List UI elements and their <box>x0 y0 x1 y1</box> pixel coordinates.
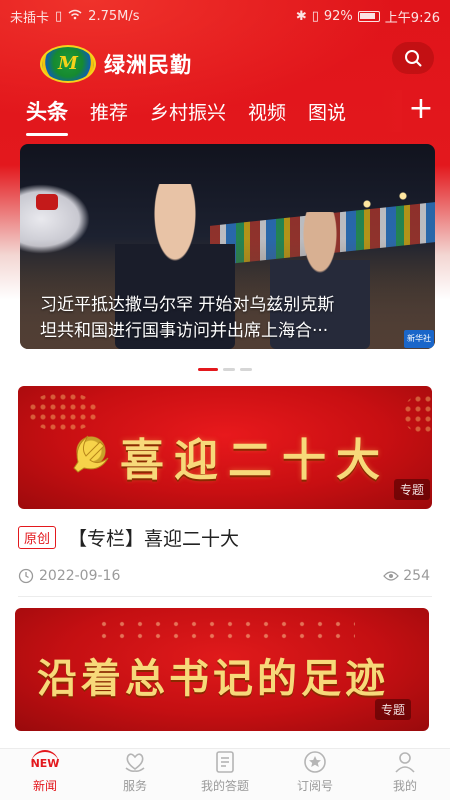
search-icon <box>405 50 422 67</box>
app-name: 绿洲民勤 <box>104 53 192 77</box>
status-bar: 未插卡 ▯ 2.75M/s ✱ ▯ 92% 上午9:26 <box>0 0 450 32</box>
status-right: ✱ ▯ 92% 上午9:26 <box>296 7 440 26</box>
nav-my-quiz[interactable]: 我的答题 <box>180 749 270 800</box>
carrier-label: 未插卡 <box>10 10 50 26</box>
party-emblem-icon <box>66 426 116 476</box>
plus-icon: + <box>408 91 434 126</box>
app-screen: 未插卡 ▯ 2.75M/s ✱ ▯ 92% 上午9:26 绿洲民勤 头条 推荐 … <box>0 0 450 800</box>
nav-services[interactable]: 服务 <box>90 749 180 800</box>
divider <box>18 596 432 597</box>
nav-label: 我的答题 <box>200 779 249 793</box>
view-count: 254 <box>383 568 430 584</box>
article-title[interactable]: 【专栏】喜迎二十大 <box>68 524 239 551</box>
network-speed: 2.75M/s <box>88 8 140 24</box>
hero-caption-line: 坦共和国进行国事访问并出席上海合··· <box>40 321 329 341</box>
nav-label: 服务 <box>122 779 147 793</box>
article-date: 2022-09-16 <box>39 568 121 584</box>
topic-tag: 专题 <box>394 479 431 500</box>
topic-banner[interactable]: 沿着总书记的足迹 专题 <box>15 608 429 731</box>
banner-title: 沿着总书记的足迹 <box>37 655 389 702</box>
xinhua-badge: 新华社 <box>404 330 434 348</box>
topic-tag: 专题 <box>375 699 412 720</box>
clock-time: 上午9:26 <box>384 10 440 26</box>
tab-rural-revitalization[interactable]: 乡村振兴 <box>150 98 226 125</box>
heart-hand-icon <box>122 749 148 775</box>
street-lights <box>340 184 430 224</box>
app-logo: 绿洲民勤 <box>40 44 192 84</box>
airplane-tail <box>36 194 58 210</box>
hero-caption: 习近平抵达撒马尔罕 开始对乌兹别克斯 坦共和国进行国事访问并出席上海合··· <box>40 292 420 344</box>
search-button[interactable] <box>392 42 434 74</box>
bottom-navigation: NEW 新闻 服务 我的答题 订阅号 我的 <box>0 748 450 800</box>
wifi-icon <box>68 9 82 24</box>
tab-recommend[interactable]: 推荐 <box>90 98 128 125</box>
tabs-fade <box>380 90 402 132</box>
nav-label: 我的 <box>392 779 417 793</box>
carousel-dot[interactable] <box>223 368 235 371</box>
logo-emblem-icon <box>40 45 96 83</box>
battery-icon <box>357 10 380 22</box>
eye-icon <box>383 571 400 581</box>
view-count-value: 254 <box>403 568 430 584</box>
hero-carousel-slide[interactable]: 习近平抵达撒马尔罕 开始对乌兹别克斯 坦共和国进行国事访问并出席上海合··· 新… <box>20 144 435 349</box>
fireworks-decoration <box>403 394 432 434</box>
banner-title: 喜迎二十大 <box>120 435 390 486</box>
status-left: 未插卡 ▯ 2.75M/s <box>10 7 140 26</box>
article-title-row[interactable]: 原创 【专栏】喜迎二十大 <box>18 524 239 551</box>
nav-label: 订阅号 <box>296 779 333 793</box>
hero-caption-line: 习近平抵达撒马尔罕 开始对乌兹别克斯 <box>40 295 335 315</box>
star-badge-icon <box>302 749 328 775</box>
original-badge: 原创 <box>18 526 57 549</box>
carousel-dot[interactable] <box>198 368 218 371</box>
nav-news[interactable]: NEW 新闻 <box>0 749 90 800</box>
nav-me[interactable]: 我的 <box>360 749 450 800</box>
carousel-dot[interactable] <box>240 368 252 371</box>
quiz-icon <box>212 749 238 775</box>
tab-headlines[interactable]: 头条 <box>26 96 68 136</box>
sim-icon: ▯ <box>55 8 63 24</box>
clock-icon <box>18 568 34 584</box>
bluetooth-icon: ✱ <box>295 8 307 24</box>
tab-video[interactable]: 视频 <box>248 98 286 125</box>
add-channel-button[interactable]: + <box>404 94 438 126</box>
battery-percent: 92% <box>323 8 353 24</box>
nav-subscriptions[interactable]: 订阅号 <box>270 749 360 800</box>
news-icon: NEW <box>30 749 60 775</box>
article-meta: 2022-09-16 254 <box>18 566 430 586</box>
carousel-indicator <box>198 368 252 371</box>
topic-banner[interactable]: 喜迎二十大 专题 <box>18 386 432 509</box>
vibrate-icon: ▯ <box>311 8 319 24</box>
tab-photo-story[interactable]: 图说 <box>308 98 346 125</box>
sparkle-decoration <box>95 618 355 642</box>
user-icon <box>392 749 418 775</box>
nav-label: 新闻 <box>32 779 57 793</box>
